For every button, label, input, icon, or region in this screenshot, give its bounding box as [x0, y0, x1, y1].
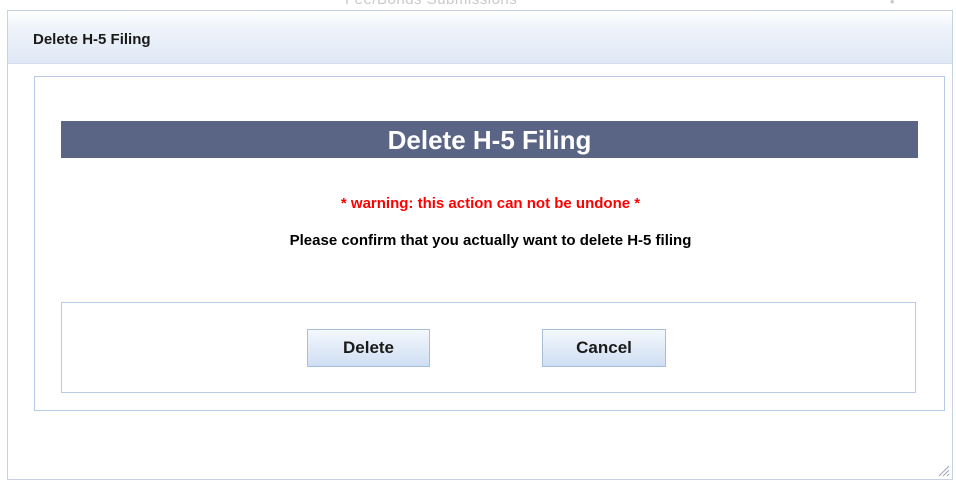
confirm-message: Please confirm that you actually want to…	[289, 232, 692, 249]
background-page: Fee/Bonds Submissions •	[0, 0, 956, 10]
cancel-button[interactable]: Cancel	[542, 329, 666, 367]
dialog-content-panel: Delete H-5 Filing * warning: this action…	[34, 76, 945, 411]
dialog-header-banner: Delete H-5 Filing	[61, 121, 918, 158]
delete-filing-dialog: Delete H-5 Filing Delete H-5 Filing * wa…	[7, 10, 953, 480]
delete-button[interactable]: Delete	[307, 329, 430, 367]
resize-grip-icon[interactable]	[936, 463, 950, 477]
warning-message: * warning: this action can not be undone…	[340, 195, 641, 212]
dialog-titlebar[interactable]: Delete H-5 Filing	[8, 11, 952, 64]
background-marker: •	[890, 0, 895, 9]
background-partial-text: Fee/Bonds Submissions	[345, 0, 517, 8]
button-panel: Delete Cancel	[61, 302, 916, 393]
dialog-title: Delete H-5 Filing	[33, 31, 151, 48]
